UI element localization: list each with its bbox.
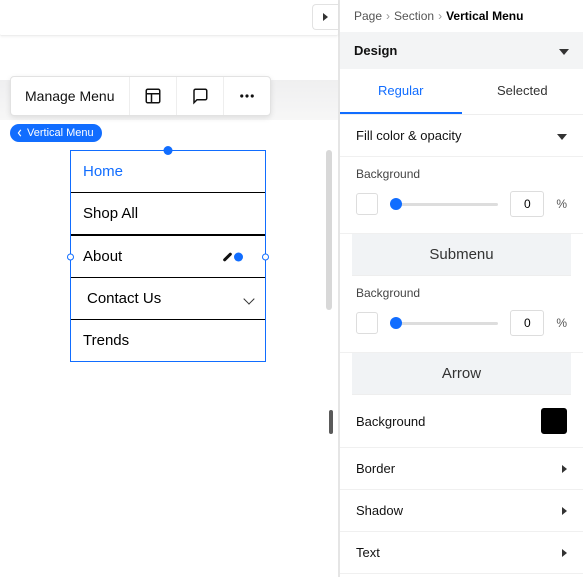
background-control-submenu: % [356,310,567,336]
fill-label: Fill color & opacity [356,128,461,143]
comment-icon [191,87,209,105]
slider-track [390,203,498,206]
chevron-right-icon [323,13,328,21]
background-control-main: % [356,191,567,217]
chevron-down-icon [245,290,253,307]
edit-indicator-icon [223,252,233,262]
shadow-label: Shadow [356,503,403,518]
background-field-main: Background % [340,157,583,234]
canvas-area: Manage Menu Vertical Menu Home Shop All … [0,0,339,577]
menu-item-label: Contact Us [87,290,161,307]
layout-icon [144,87,162,105]
percent-unit: % [556,316,567,330]
background-field-submenu: Background % [340,276,583,353]
chevron-right-icon [562,503,567,518]
breadcrumb: Page › Section › Vertical Menu [340,0,583,32]
shadow-row[interactable]: Shadow [340,490,583,532]
menu-item-label: Shop All [83,205,138,222]
color-swatch[interactable] [356,312,378,334]
element-toolbar: Manage Menu [10,76,271,116]
menu-item-trends[interactable]: Trends [71,320,265,361]
percent-unit: % [556,197,567,211]
breadcrumb-page[interactable]: Page [354,9,382,23]
slider-track [390,322,498,325]
inspector-panel: Page › Section › Vertical Menu Design Re… [339,0,583,577]
panel-scroll-indicator[interactable] [329,410,333,434]
opacity-input[interactable] [510,310,544,336]
canvas-scrollbar[interactable] [326,150,332,310]
color-swatch[interactable] [356,193,378,215]
chevron-down-icon [559,43,569,58]
arrow-background-label: Background [356,414,425,429]
arrow-section-title: Arrow [352,353,571,395]
slider-thumb[interactable] [390,317,402,329]
menu-item-shop-all[interactable]: Shop All [71,193,265,235]
layout-button[interactable] [130,77,177,115]
resize-handle-left[interactable] [67,253,74,260]
text-row[interactable]: Text [340,532,583,574]
breadcrumb-section[interactable]: Section [394,9,434,23]
tab-selected[interactable]: Selected [462,69,583,114]
menu-item-label: About [83,248,122,265]
menu-item-label: Home [83,163,123,180]
menu-item-contact-us[interactable]: Contact Us [71,278,265,320]
menu-item-about[interactable]: About [71,235,265,278]
manage-menu-button[interactable]: Manage Menu [11,77,130,115]
chevron-left-icon [16,129,24,137]
text-label: Text [356,545,380,560]
tab-regular[interactable]: Regular [340,69,462,114]
state-tabs: Regular Selected [340,69,583,115]
background-label: Background [356,167,567,181]
chevron-right-icon [562,545,567,560]
selection-tag-label: Vertical Menu [27,127,94,139]
background-label: Background [356,286,567,300]
chevron-down-icon [557,128,567,143]
menu-item-home[interactable]: Home [71,151,265,193]
panel-body: Fill color & opacity Background % Submen… [340,115,583,577]
chevron-right-icon [562,461,567,476]
fill-color-opacity-row[interactable]: Fill color & opacity [340,115,583,157]
panel-collapse-toggle[interactable] [312,4,338,30]
breadcrumb-current[interactable]: Vertical Menu [446,9,523,23]
opacity-input[interactable] [510,191,544,217]
opacity-slider[interactable] [390,197,498,211]
selection-tag[interactable]: Vertical Menu [10,124,102,142]
design-section-header[interactable]: Design [340,32,583,69]
arrow-background-row[interactable]: Background [340,395,583,448]
border-row[interactable]: Border [340,448,583,490]
design-section-title: Design [354,43,397,58]
manage-menu-label: Manage Menu [25,88,115,104]
opacity-slider[interactable] [390,316,498,330]
border-label: Border [356,461,395,476]
color-swatch-black[interactable] [541,408,567,434]
selection-dot-icon [234,252,243,261]
more-button[interactable] [224,77,270,115]
breadcrumb-sep: › [386,9,390,23]
breadcrumb-sep: › [438,9,442,23]
slider-thumb[interactable] [390,198,402,210]
vertical-menu-element[interactable]: Home Shop All About Contact Us Trends [70,150,266,362]
resize-handle-right[interactable] [262,253,269,260]
comments-button[interactable] [177,77,224,115]
canvas-top-edge [0,0,338,36]
more-icon [238,87,256,105]
menu-item-label: Trends [83,332,129,349]
submenu-section-title: Submenu [352,234,571,276]
